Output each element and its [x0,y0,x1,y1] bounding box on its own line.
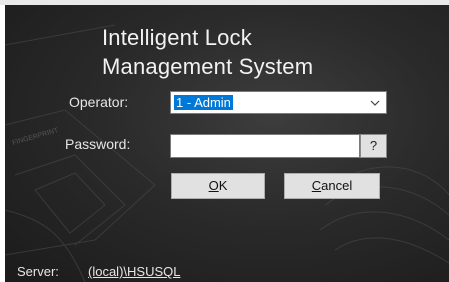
cancel-button[interactable]: Cancel [284,173,380,199]
ok-label-rest: K [218,178,228,193]
ok-mnemonic: O [208,178,219,193]
password-help-button[interactable]: ? [360,134,387,158]
ok-button[interactable]: OK [171,173,265,199]
server-link[interactable]: (local)\HSUSQL [88,264,180,279]
operator-select[interactable]: 1 - Admin [170,91,387,114]
cancel-label-rest: ancel [321,178,353,193]
password-field[interactable] [170,134,360,158]
operator-label: Operator: [69,94,129,110]
server-label: Server: [17,264,59,279]
operator-selected-value: 1 - Admin [174,95,233,110]
svg-text:FINGERPRINT: FINGERPRINT [12,127,60,147]
app-title-line2: Management System [102,54,314,79]
cancel-mnemonic: C [311,178,322,193]
app-title-line1: Intelligent Lock [102,25,252,50]
password-label: Password: [65,136,131,152]
login-panel: FINGERPRINT Intelligent Lock Management … [5,5,449,282]
chevron-down-icon[interactable] [370,96,380,110]
